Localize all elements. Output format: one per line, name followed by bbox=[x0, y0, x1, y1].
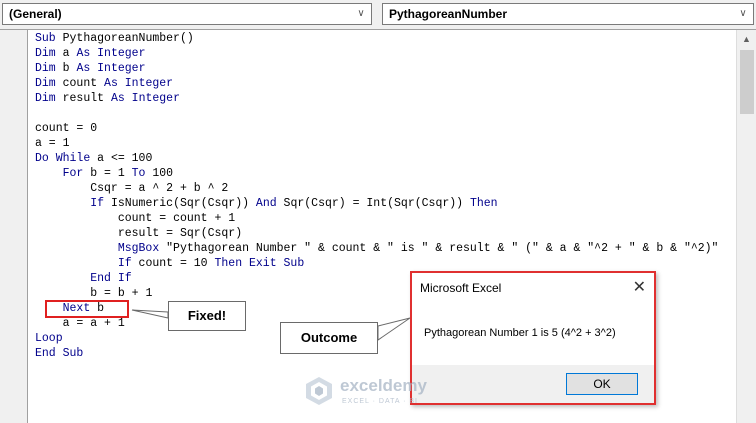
fixed-callout: Fixed! bbox=[168, 301, 246, 331]
code-line[interactable]: If count = 10 Then Exit Sub bbox=[35, 256, 725, 271]
exceldemy-watermark: exceldemy EXCEL · DATA · BI bbox=[304, 374, 454, 410]
code-line[interactable]: Dim count As Integer bbox=[35, 76, 725, 91]
code-line[interactable]: Do While a <= 100 bbox=[35, 151, 725, 166]
watermark-tagline: EXCEL · DATA · BI bbox=[342, 398, 418, 405]
code-line[interactable]: result = Sqr(Csqr) bbox=[35, 226, 725, 241]
code-line[interactable] bbox=[35, 106, 725, 121]
code-line[interactable]: MsgBox "Pythagorean Number " & count & "… bbox=[35, 241, 725, 256]
object-dropdown-value: (General) bbox=[9, 7, 62, 21]
code-line[interactable]: For b = 1 To 100 bbox=[35, 166, 725, 181]
scrollbar-thumb[interactable] bbox=[740, 50, 754, 114]
code-line[interactable]: count = count + 1 bbox=[35, 211, 725, 226]
code-line[interactable]: Sub PythagoreanNumber() bbox=[35, 31, 725, 46]
scroll-up-icon[interactable]: ▲ bbox=[737, 30, 756, 48]
margin-indicator-bar bbox=[0, 30, 28, 423]
code-line[interactable]: Dim result As Integer bbox=[35, 91, 725, 106]
dialog-message: Pythagorean Number 1 is 5 (4^2 + 3^2) bbox=[424, 327, 616, 339]
outcome-callout: Outcome bbox=[280, 322, 378, 354]
code-line[interactable]: count = 0 bbox=[35, 121, 725, 136]
close-icon[interactable]: ✕ bbox=[633, 277, 646, 297]
procedure-dropdown[interactable]: PythagoreanNumber ∨ bbox=[382, 3, 754, 25]
exceldemy-logo-icon bbox=[306, 377, 332, 405]
vertical-scrollbar[interactable]: ▲ bbox=[736, 30, 756, 423]
code-line[interactable]: a = 1 bbox=[35, 136, 725, 151]
chevron-down-icon: ∨ bbox=[739, 8, 747, 19]
watermark-name: exceldemy bbox=[340, 376, 427, 395]
procedure-dropdown-value: PythagoreanNumber bbox=[389, 7, 508, 21]
code-line[interactable]: Csqr = a ^ 2 + b ^ 2 bbox=[35, 181, 725, 196]
chevron-down-icon: ∨ bbox=[357, 8, 365, 19]
fixed-line-highlight bbox=[45, 300, 129, 318]
code-line[interactable]: Dim a As Integer bbox=[35, 46, 725, 61]
code-line[interactable]: If IsNumeric(Sqr(Csqr)) And Sqr(Csqr) = … bbox=[35, 196, 725, 211]
object-dropdown[interactable]: (General) ∨ bbox=[2, 3, 372, 25]
dialog-title: Microsoft Excel bbox=[420, 281, 502, 295]
ok-button[interactable]: OK bbox=[566, 373, 638, 395]
code-line[interactable]: Dim b As Integer bbox=[35, 61, 725, 76]
vba-editor-toolbar: (General) ∨ PythagoreanNumber ∨ bbox=[0, 0, 756, 30]
